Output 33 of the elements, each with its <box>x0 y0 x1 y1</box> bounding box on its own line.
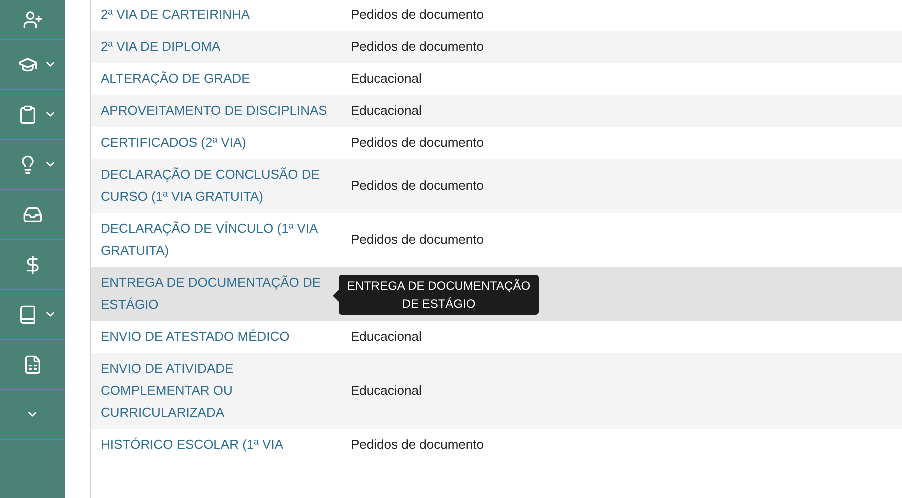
category-text: Pedidos de documento <box>351 39 484 54</box>
service-link[interactable]: DECLARAÇÃO DE CONCLUSÃO DE CURSO (1ª VIA GRATUITA) <box>101 164 331 208</box>
category-text: Educacional <box>351 103 422 118</box>
category-text: Educacional <box>351 71 422 86</box>
service-link[interactable]: ENTREGA DE DOCUMENTAÇÃO DE ESTÁGIO <box>101 272 331 316</box>
service-link[interactable]: 2ª VIA DE DIPLOMA <box>101 36 331 58</box>
user-add-icon <box>22 10 42 30</box>
tooltip-arrow <box>333 290 339 302</box>
clipboard-icon <box>18 104 38 124</box>
service-link[interactable]: ALTERAÇÃO DE GRADE <box>101 68 331 90</box>
category-text: Educacional <box>351 329 422 344</box>
service-link[interactable]: APROVEITAMENTO DE DISCIPLINAS <box>101 100 331 122</box>
service-link[interactable]: ENVIO DE ATESTADO MÉDICO <box>101 326 331 348</box>
document-icon <box>22 354 42 374</box>
service-link[interactable]: HISTÓRICO ESCOLAR (1ª VIA <box>101 434 331 456</box>
service-link[interactable]: 2ª VIA DE CARTEIRINHA <box>101 4 331 26</box>
category-text: Pedidos de documento <box>351 178 484 193</box>
category-text: Educacional <box>351 383 422 398</box>
category-text: Pedidos de documento <box>351 7 484 22</box>
service-link[interactable]: CERTIFICADOS (2ª VIA) <box>101 132 331 154</box>
book-icon <box>18 304 38 324</box>
tooltip: ENTREGA DE DOCUMENTAÇÃO DE ESTÁGIO <box>339 275 539 315</box>
table-row[interactable]: ENVIO DE ATIVIDADE COMPLEMENTAR OU CURRICULARIZADA Educacional <box>91 353 902 429</box>
table-row[interactable]: 2ª VIA DE DIPLOMA Pedidos de documento <box>91 31 902 63</box>
table-row[interactable]: APROVEITAMENTO DE DISCIPLINAS Educacional <box>91 95 902 127</box>
inbox-icon <box>22 204 42 224</box>
category-text: Pedidos de documento <box>351 232 484 247</box>
service-link[interactable]: DECLARAÇÃO DE VÍNCULO (1ª VIA GRATUITA) <box>101 218 331 262</box>
service-link[interactable]: ENVIO DE ATIVIDADE COMPLEMENTAR OU CURRICULARIZADA <box>101 358 331 424</box>
table-row[interactable]: DECLARAÇÃO DE CONCLUSÃO DE CURSO (1ª VIA GRATUITA) Pedidos de documento <box>91 159 902 213</box>
table-row[interactable]: ENTREGA DE DOCUMENTAÇÃO DE ESTÁGIO ENTREGA DE DOCUMENTAÇÃO DE ESTÁGIO <box>91 267 902 321</box>
category-text: Pedidos de documento <box>351 135 484 150</box>
category-text: Pedidos de documento <box>351 437 484 452</box>
